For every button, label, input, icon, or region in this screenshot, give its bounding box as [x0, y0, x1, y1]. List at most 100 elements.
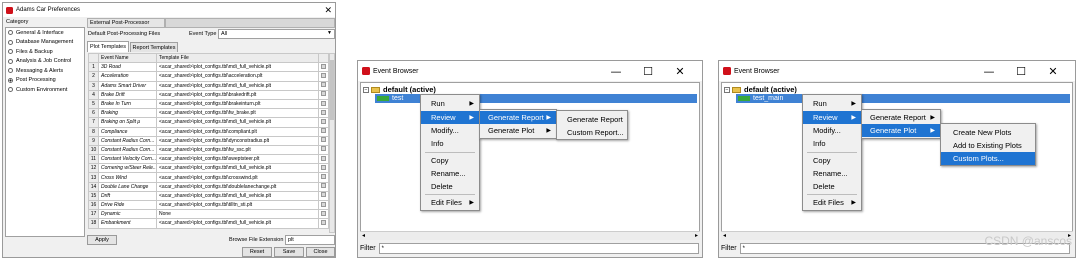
- category-item[interactable]: Messaging & Alerts: [6, 66, 84, 76]
- table-row[interactable]: 8 Compliance <acar_shared>\plot_configs.tb…: [88, 126, 329, 137]
- browse-cell[interactable]: [318, 163, 329, 174]
- event-name-cell[interactable]: Constant Radius Corn...: [98, 144, 157, 156]
- browse-icon[interactable]: [321, 109, 326, 115]
- horizontal-scrollbar[interactable]: ◂ ▸: [360, 231, 700, 240]
- scroll-left-icon[interactable]: ◂: [723, 232, 726, 239]
- menu-item-create-new-plots[interactable]: Create New Plots: [941, 126, 1035, 139]
- browse-cell[interactable]: [318, 71, 329, 82]
- template-file-cell[interactable]: <acar_shared>\plot_configs.tbl\accelerat…: [156, 71, 319, 82]
- category-item[interactable]: Analysis & Job Control: [6, 57, 84, 67]
- table-row[interactable]: 12 Cornering w/Steer Rele... <acar_shared>…: [88, 163, 329, 174]
- browse-cell[interactable]: [318, 144, 329, 156]
- template-file-cell[interactable]: <acar_shared>\plot_configs.tbl\mdi_full_…: [156, 190, 319, 202]
- tree-item-test-main[interactable]: test_main: [736, 94, 806, 103]
- browse-ext-input[interactable]: plt: [285, 235, 335, 245]
- close-icon[interactable]: ✕: [1037, 65, 1069, 78]
- menu-item-generate-report-action[interactable]: Generate Report: [557, 113, 627, 126]
- maximize-icon[interactable]: ☐: [1005, 65, 1037, 78]
- table-row[interactable]: 14 Double Lane Change <acar_shared>\plot_c…: [88, 181, 329, 192]
- template-file-cell[interactable]: <acar_shared>\plot_configs.tbl\brakeintu…: [156, 98, 319, 110]
- menu-item-info[interactable]: Info: [421, 137, 479, 150]
- apply-button[interactable]: Apply: [87, 235, 117, 245]
- browse-cell[interactable]: [318, 135, 329, 146]
- event-name-cell[interactable]: Embankment: [98, 218, 157, 229]
- menu-item-generate-plot[interactable]: Generate Plot ▶: [862, 124, 940, 137]
- menu-item-generate-report[interactable]: Generate Report ▶: [862, 111, 940, 124]
- template-file-cell[interactable]: <acar_shared>\plot_configs.tbl\dynconstr…: [156, 135, 319, 146]
- table-row[interactable]: 10 Constant Radius Corn... <acar_shared>\p…: [88, 144, 329, 156]
- browse-cell[interactable]: [318, 108, 329, 119]
- radio-icon[interactable]: [8, 87, 13, 93]
- event-name-cell[interactable]: Cornering w/Steer Rele...: [98, 163, 157, 174]
- menu-item-modify[interactable]: Modify...: [421, 124, 479, 137]
- table-scrollbar-thumb[interactable]: [330, 60, 334, 120]
- browse-icon[interactable]: [321, 192, 326, 198]
- minimize-icon[interactable]: —: [973, 65, 1005, 78]
- menu-item-delete[interactable]: Delete: [803, 180, 861, 193]
- menu-item-copy[interactable]: Copy: [421, 154, 479, 167]
- maximize-icon[interactable]: ☐: [632, 65, 664, 78]
- table-row[interactable]: 4 Brake Drift <acar_shared>\plot_configs.t…: [88, 89, 329, 100]
- filter-input[interactable]: *: [378, 243, 699, 254]
- browse-icon[interactable]: [321, 63, 326, 69]
- menu-item-custom-plots[interactable]: Custom Plots...: [941, 152, 1035, 165]
- table-row[interactable]: 1 3D Road <acar_shared>\plot_configs.tbl\m…: [88, 62, 329, 73]
- browse-cell[interactable]: [318, 62, 329, 73]
- event-name-cell[interactable]: Compliance: [98, 126, 157, 137]
- tree-root-row[interactable]: − default (active): [363, 85, 436, 94]
- template-file-cell[interactable]: <acar_shared>\plot_configs.tbl\mdi_full_…: [156, 80, 319, 91]
- event-name-cell[interactable]: Brake Drift: [98, 89, 157, 100]
- browse-cell[interactable]: [318, 190, 329, 202]
- menu-item-generate-report[interactable]: Generate Report ▶: [480, 111, 556, 124]
- table-row[interactable]: 18 Embankment <acar_shared>\plot_configs.t…: [88, 218, 329, 229]
- radio-icon[interactable]: [8, 49, 13, 55]
- event-name-cell[interactable]: Dynamic: [98, 209, 157, 220]
- radio-icon[interactable]: [8, 58, 13, 64]
- menu-item-modify[interactable]: Modify...: [803, 124, 861, 137]
- browse-icon[interactable]: [321, 118, 326, 124]
- category-item[interactable]: Custom Environment: [6, 85, 84, 95]
- table-row[interactable]: 17 Dynamic None: [88, 209, 329, 220]
- radio-icon[interactable]: [8, 68, 13, 74]
- template-file-cell[interactable]: <acar_shared>\plot_configs.tbl\mdi_full_…: [156, 163, 319, 174]
- menu-item-generate-plot[interactable]: Generate Plot ▶: [480, 124, 556, 137]
- event-type-select[interactable]: All ▼: [218, 29, 335, 39]
- tree-root-row[interactable]: − default (active): [724, 85, 797, 94]
- browse-cell[interactable]: [318, 181, 329, 192]
- browse-icon[interactable]: [321, 201, 326, 207]
- event-name-cell[interactable]: Drift: [98, 190, 157, 202]
- minimize-icon[interactable]: —: [600, 65, 632, 78]
- template-file-cell[interactable]: <acar_shared>\plot_configs.tbl\fw_ssc.pl…: [156, 144, 319, 156]
- close-button[interactable]: Close: [306, 247, 335, 257]
- template-file-cell[interactable]: <acar_shared>\plot_configs.tbl\doublelan…: [156, 181, 319, 192]
- browse-icon[interactable]: [321, 183, 326, 189]
- browse-icon[interactable]: [321, 82, 326, 88]
- browse-icon[interactable]: [321, 100, 326, 106]
- template-file-cell[interactable]: None: [156, 209, 319, 220]
- browse-cell[interactable]: [318, 117, 329, 128]
- event-name-cell[interactable]: Acceleration: [98, 71, 157, 82]
- reset-button[interactable]: Reset: [242, 247, 272, 257]
- event-name-cell[interactable]: Braking: [98, 108, 157, 119]
- browse-icon[interactable]: [321, 128, 326, 134]
- table-row[interactable]: 5 Brake In Turn <acar_shared>\plot_configs…: [88, 98, 329, 110]
- template-file-cell[interactable]: <acar_shared>\plot_configs.tbl\fw_brake.…: [156, 108, 319, 119]
- menu-item-run[interactable]: Run ▶: [803, 97, 861, 110]
- template-file-cell[interactable]: <acar_shared>\plot_configs.tbl\mdi_full_…: [156, 218, 319, 229]
- template-file-cell[interactable]: <acar_shared>\plot_configs.tbl\brakedrif…: [156, 89, 319, 100]
- event-name-cell[interactable]: Braking on Split μ: [98, 117, 157, 128]
- menu-item-info[interactable]: Info: [803, 137, 861, 150]
- save-button[interactable]: Save: [274, 247, 304, 257]
- collapse-icon[interactable]: −: [363, 86, 369, 93]
- table-row[interactable]: 7 Braking on Split μ <acar_shared>\plot_co…: [88, 117, 329, 128]
- event-name-cell[interactable]: 3D Road: [98, 62, 157, 73]
- menu-item-review[interactable]: Review ▶: [421, 111, 479, 124]
- table-row[interactable]: 3 Adams Smart Driver <acar_shared>\plot_co…: [88, 80, 329, 91]
- radio-icon[interactable]: [8, 30, 13, 36]
- browse-icon[interactable]: [321, 146, 326, 152]
- menu-item-copy[interactable]: Copy: [803, 154, 861, 167]
- browse-icon[interactable]: [321, 155, 326, 161]
- menu-item-rename[interactable]: Rename...: [421, 167, 479, 180]
- collapse-icon[interactable]: −: [724, 86, 730, 93]
- browse-cell[interactable]: [318, 218, 329, 229]
